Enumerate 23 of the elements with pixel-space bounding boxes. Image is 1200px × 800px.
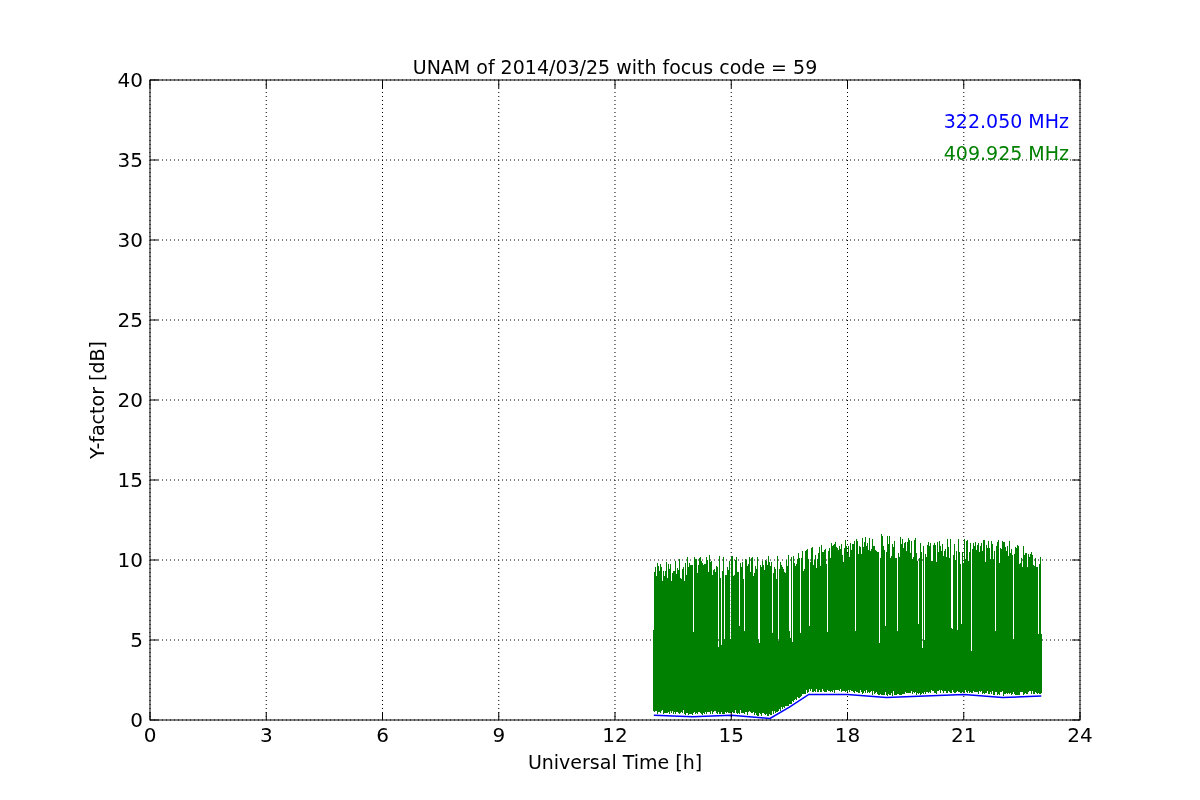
x-tick-label: 21: [951, 723, 977, 747]
legend-label: 322.050 MHz: [943, 110, 1069, 132]
x-tick-label: 9: [492, 723, 506, 747]
y-tick-label: 5: [130, 628, 143, 652]
y-tick-label: 20: [117, 388, 143, 412]
y-tick-label: 25: [117, 308, 143, 332]
x-tick-label: 0: [143, 723, 157, 747]
x-axis-label: Universal Time [h]: [527, 751, 703, 773]
legend-label: 409.925 MHz: [943, 142, 1069, 164]
x-tick-label: 3: [259, 723, 273, 747]
y-tick-label: 0: [130, 708, 143, 732]
x-tick-label: 6: [376, 723, 389, 747]
y-tick-label: 15: [117, 468, 143, 492]
x-tick-label: 24: [1067, 723, 1093, 747]
chart-title: UNAM of 2014/03/25 with focus code = 59: [412, 56, 818, 78]
y-tick-label: 40: [117, 68, 143, 92]
x-tick-label: 15: [718, 723, 744, 747]
x-tick-label: 12: [602, 723, 628, 747]
y-axis-label: Y-factor [dB]: [86, 341, 108, 459]
y-tick-label: 30: [117, 228, 143, 252]
x-tick-label: 18: [834, 723, 861, 747]
y-tick-label: 35: [117, 148, 143, 172]
y-tick-label: 10: [117, 548, 143, 572]
